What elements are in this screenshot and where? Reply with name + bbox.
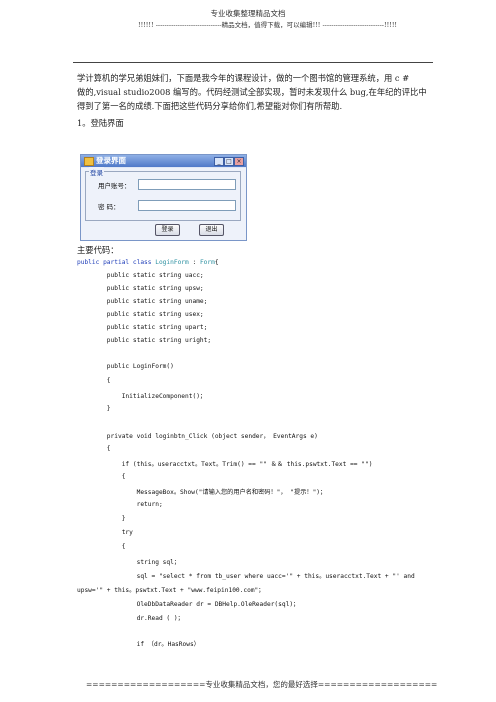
window-app-icon <box>84 157 94 166</box>
code-line: { <box>77 377 111 384</box>
code-heading: 主要代码： <box>77 245 119 255</box>
code-line: public static string usex; <box>77 311 204 318</box>
code-line: dr.Read ( )； <box>77 615 184 622</box>
code-line: public static string uname; <box>77 298 208 305</box>
code-line: public static string upart; <box>77 324 208 331</box>
header-divider <box>73 62 433 63</box>
exit-button[interactable]: 退出 <box>199 224 224 236</box>
maximize-icon[interactable]: □ <box>224 157 234 166</box>
code-line: upsw='" + this。pswtxt.Text + "www.feipin… <box>77 587 265 594</box>
code-line: MessageBox。Show("请输入您的用户名和密码！"， "提示！")； <box>77 489 327 496</box>
code-line: { <box>77 543 126 550</box>
code-token: { <box>214 259 219 266</box>
close-icon[interactable]: × <box>234 157 244 166</box>
code-line: if （dr。HasRows） <box>77 641 200 648</box>
code-line: InitializeComponent()； <box>77 393 207 400</box>
code-line: try <box>77 529 133 536</box>
minimize-icon[interactable]: _ <box>214 157 224 166</box>
code-line: public static string upsw; <box>77 285 204 292</box>
password-label: 密 码： <box>98 203 120 211</box>
section-heading-login: 1。登陆界面 <box>77 118 124 128</box>
window-titlebar: 登录界面 _ □ × <box>81 155 246 167</box>
code-line: sql = "select * from tb_user where uacc=… <box>77 573 415 580</box>
intro-line-3: 得到了第一名的成绩.下面把这些代码分享给你们,希望能对你们有所帮助. <box>77 101 343 111</box>
intro-line-1: 学计算机的学兄弟姐妹们，下面是我今年的课程设计，做的一个图书馆的管理系统，用 c… <box>77 73 410 83</box>
code-line: string sql； <box>77 559 181 566</box>
login-button[interactable]: 登录 <box>155 224 180 236</box>
login-window-screenshot: 登录界面 _ □ × 登录 用户账号： 密 码： 登录 退出 <box>80 154 247 241</box>
password-input[interactable] <box>138 200 236 211</box>
code-line: } <box>77 405 111 412</box>
code-token: LoginForm <box>155 259 189 266</box>
window-title: 登录界面 <box>96 156 126 165</box>
user-account-label: 用户账号： <box>98 182 131 190</box>
intro-line-2: 做的,visual studio2008 编写的。代码经测试全部实现，暂时未发现… <box>77 87 427 97</box>
code-line: { <box>77 473 126 480</box>
code-line: public static string uright; <box>77 337 212 344</box>
groupbox-label: 登录 <box>89 167 104 177</box>
login-groupbox: 登录 用户账号： 密 码： <box>85 167 241 221</box>
code-line: private void loginbtn_Click (object send… <box>77 433 318 440</box>
document-footer: ===================专业收集精品文档，您的最好选择======… <box>86 680 438 689</box>
code-token: : <box>188 259 200 266</box>
code-line: { <box>77 445 111 452</box>
document-header-banner: !!!!!! ------------------------------精品文… <box>137 21 398 29</box>
code-line: return; <box>77 501 163 508</box>
code-token: Form <box>199 259 215 266</box>
code-line: } <box>77 515 126 522</box>
code-line: OleDbDataReader dr = DBHelp.OleReader(sq… <box>77 601 300 608</box>
code-line: if (this。useracctxt。Text。Trim() == "" ＆＆… <box>77 461 373 468</box>
code-class-line: public partial class LoginForm : Form{ <box>77 259 219 266</box>
user-account-input[interactable] <box>138 179 236 190</box>
code-line: public static string uacc; <box>77 272 204 279</box>
code-token: public partial class <box>77 259 156 266</box>
document-header-title: 专业收集整理精品文档 <box>210 9 286 18</box>
window-body: 登录 用户账号： 密 码： 登录 退出 <box>81 167 246 240</box>
code-line: public LoginForm() <box>77 363 174 370</box>
